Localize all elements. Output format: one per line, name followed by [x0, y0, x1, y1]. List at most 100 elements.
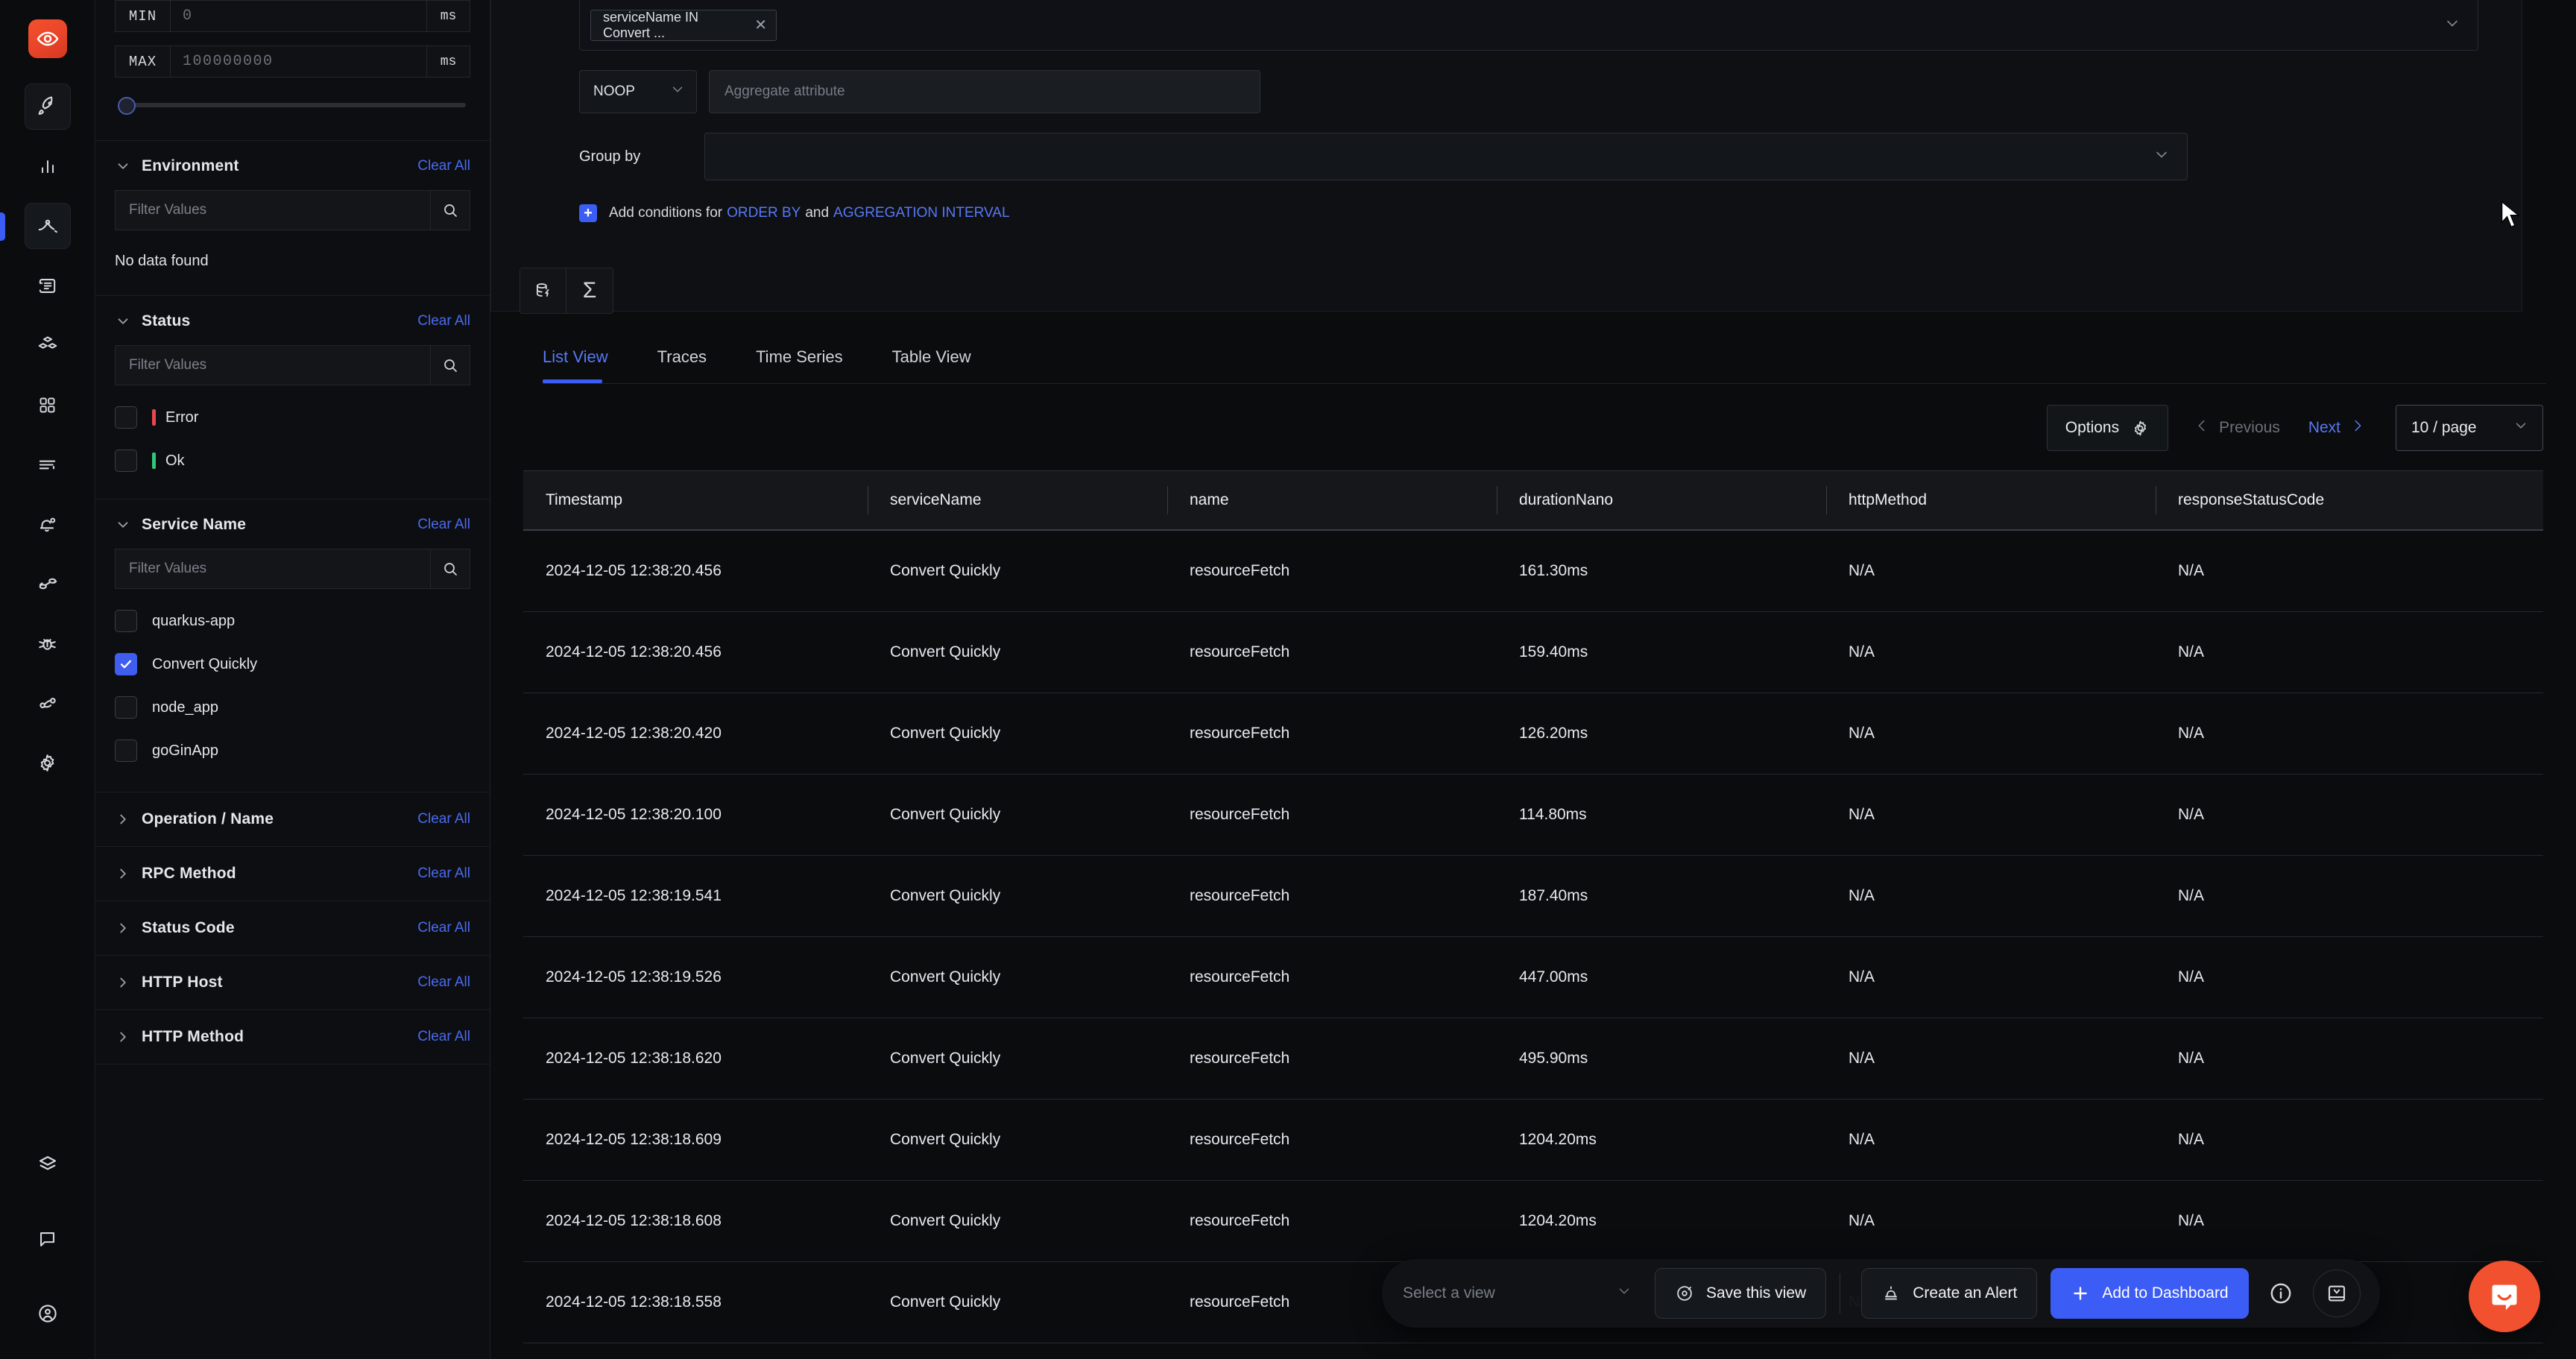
sidebar-item-get-started[interactable]	[24, 83, 71, 130]
filter-values-input[interactable]	[115, 549, 430, 589]
duration-max-input[interactable]	[170, 45, 427, 78]
table-row[interactable]: 2024-12-05 12:38:18.620 Convert Quickly re…	[523, 1018, 2543, 1100]
filter-option-ok[interactable]: Ok	[115, 439, 470, 482]
plus-icon[interactable]: +	[579, 204, 597, 222]
table-row[interactable]: 2024-12-05 12:38:19.541 Convert Quickly re…	[523, 856, 2543, 937]
formula-toggle-button[interactable]: Σ	[566, 268, 613, 313]
table-row[interactable]: 2024-12-05 12:38:20.456 Convert Quickly re…	[523, 531, 2543, 612]
filter-option-convert-quickly[interactable]: Convert Quickly	[115, 643, 470, 686]
filter-option-gogin-app[interactable]: goGinApp	[115, 729, 470, 772]
filter-section-header[interactable]: RPC Method Clear All	[115, 847, 470, 901]
table-row[interactable]: 2024-12-05 12:38:18.608 Convert Quickly re…	[523, 1181, 2543, 1262]
filter-option-quarkus-app[interactable]: quarkus-app	[115, 599, 470, 643]
table-row[interactable]: 2024-12-05 12:38:20.100 Convert Quickly re…	[523, 775, 2543, 856]
clear-all-link[interactable]: Clear All	[417, 313, 470, 329]
filter-section-header[interactable]: Status Clear All	[115, 296, 470, 330]
page-size-select[interactable]: 10 / page	[2396, 405, 2543, 451]
query-builder-toggle-button[interactable]	[520, 268, 566, 313]
save-view-button[interactable]: Save this view	[1655, 1268, 1827, 1319]
filter-option-node-app[interactable]: node_app	[115, 686, 470, 729]
cubes-icon	[37, 334, 59, 356]
group-by-input[interactable]	[704, 133, 2188, 180]
clear-all-link[interactable]: Clear All	[417, 811, 470, 827]
sidebar-item-account[interactable]	[25, 1290, 71, 1337]
clear-all-link[interactable]: Clear All	[417, 158, 470, 174]
column-header-responsestatuscode[interactable]: responseStatusCode	[2156, 471, 2543, 529]
checkbox[interactable]	[115, 406, 137, 429]
sidebar-item-alerts[interactable]	[25, 501, 71, 547]
clear-all-link[interactable]: Clear All	[417, 920, 470, 936]
options-button[interactable]: Options	[2046, 405, 2169, 451]
sidebar-item-integrations[interactable]	[25, 1141, 71, 1188]
filter-section-header[interactable]: Operation / Name Clear All	[115, 792, 470, 846]
tab-list-view[interactable]: List View	[543, 347, 608, 383]
aggregate-operator-select[interactable]: NOOP	[579, 70, 697, 113]
checkbox[interactable]	[115, 653, 137, 675]
tab-time-series[interactable]: Time Series	[756, 347, 843, 383]
order-by-link[interactable]: ORDER BY	[727, 205, 801, 221]
filter-option-error[interactable]: Error	[115, 396, 470, 439]
filter-section-header[interactable]: Environment Clear All	[115, 141, 470, 175]
sidebar-item-exceptions[interactable]	[25, 620, 71, 666]
previous-page-button[interactable]: Previous	[2194, 417, 2280, 438]
add-to-dashboard-button[interactable]: Add to Dashboard	[2051, 1268, 2249, 1319]
filter-values-input[interactable]	[115, 345, 430, 385]
filter-values-input[interactable]	[115, 190, 430, 230]
sidebar-item-settings[interactable]	[25, 740, 71, 786]
checkbox[interactable]	[115, 450, 137, 472]
tab-table-view[interactable]: Table View	[892, 347, 971, 383]
sidebar-item-logs[interactable]	[25, 262, 71, 309]
sidebar-item-support[interactable]	[25, 1216, 71, 1262]
checkbox[interactable]	[115, 696, 137, 719]
duration-range-slider[interactable]	[115, 91, 470, 118]
duration-min-input[interactable]	[170, 0, 427, 32]
column-header-timestamp[interactable]: Timestamp	[523, 471, 868, 529]
signoz-eye-logo[interactable]	[28, 19, 67, 58]
clear-all-link[interactable]: Clear All	[417, 865, 470, 882]
sidebar-item-services[interactable]	[25, 143, 71, 189]
sidebar-item-service-map[interactable]	[25, 680, 71, 726]
table-cell-durationnano: 1204.20ms	[1519, 1131, 1597, 1148]
filter-chip[interactable]: serviceName IN Convert ... ✕	[590, 9, 777, 41]
tab-traces[interactable]: Traces	[657, 347, 707, 383]
select-view-dropdown[interactable]: Select a view	[1386, 1270, 1647, 1317]
info-circle-icon[interactable]	[2268, 1281, 2294, 1306]
filter-section-header[interactable]: Status Code Clear All	[115, 901, 470, 955]
search-button[interactable]	[430, 345, 470, 385]
sidebar-item-dashboards[interactable]	[25, 382, 71, 428]
filter-section-header[interactable]: HTTP Method Clear All	[115, 1010, 470, 1064]
checkbox[interactable]	[115, 740, 137, 762]
create-alert-button[interactable]: Create an Alert	[1861, 1268, 2038, 1319]
table-row[interactable]: 2024-12-05 12:38:19.526 Convert Quickly re…	[523, 937, 2543, 1018]
table-row[interactable]: 2024-12-05 12:38:18.609 Convert Quickly re…	[523, 1100, 2543, 1181]
checkbox[interactable]	[115, 610, 137, 632]
column-header-httpmethod[interactable]: httpMethod	[1826, 471, 2156, 529]
search-button[interactable]	[430, 549, 470, 589]
where-clause-input[interactable]: serviceName IN Convert ... ✕	[579, 0, 2478, 51]
collapse-panel-icon[interactable]	[2312, 1270, 2361, 1317]
add-conditions-row[interactable]: + Add conditions for ORDER BY and AGGREG…	[579, 204, 2478, 222]
table-cell-httpmethod: N/A	[1849, 725, 1875, 742]
sidebar-item-infrastructure[interactable]	[25, 322, 71, 368]
filter-section-header[interactable]: Service Name Clear All	[115, 499, 470, 534]
intercom-chat-icon[interactable]	[2469, 1261, 2540, 1332]
database-lightning-icon	[534, 281, 553, 300]
table-row[interactable]: 2024-12-05 12:38:20.420 Convert Quickly re…	[523, 693, 2543, 775]
filter-section-header[interactable]: HTTP Host Clear All	[115, 956, 470, 1009]
sidebar-item-messaging-queues[interactable]	[25, 561, 71, 607]
clear-all-link[interactable]: Clear All	[417, 517, 470, 533]
column-header-durationnano[interactable]: durationNano	[1497, 471, 1826, 529]
sidebar-item-traces[interactable]	[0, 203, 71, 249]
clear-all-link[interactable]: Clear All	[417, 1029, 470, 1045]
aggregation-interval-link[interactable]: AGGREGATION INTERVAL	[833, 205, 1010, 221]
column-header-name[interactable]: name	[1167, 471, 1497, 529]
sidebar-item-exceptions-list[interactable]	[25, 441, 71, 488]
column-header-servicename[interactable]: serviceName	[868, 471, 1167, 529]
clear-all-link[interactable]: Clear All	[417, 974, 470, 991]
close-icon[interactable]: ✕	[754, 18, 767, 33]
aggregate-attribute-input[interactable]: Aggregate attribute	[709, 70, 1260, 113]
table-row[interactable]: 2024-12-05 12:38:20.456 Convert Quickly re…	[523, 612, 2543, 693]
search-button[interactable]	[430, 190, 470, 230]
next-page-button[interactable]: Next	[2308, 417, 2366, 438]
slider-handle[interactable]	[118, 97, 136, 115]
